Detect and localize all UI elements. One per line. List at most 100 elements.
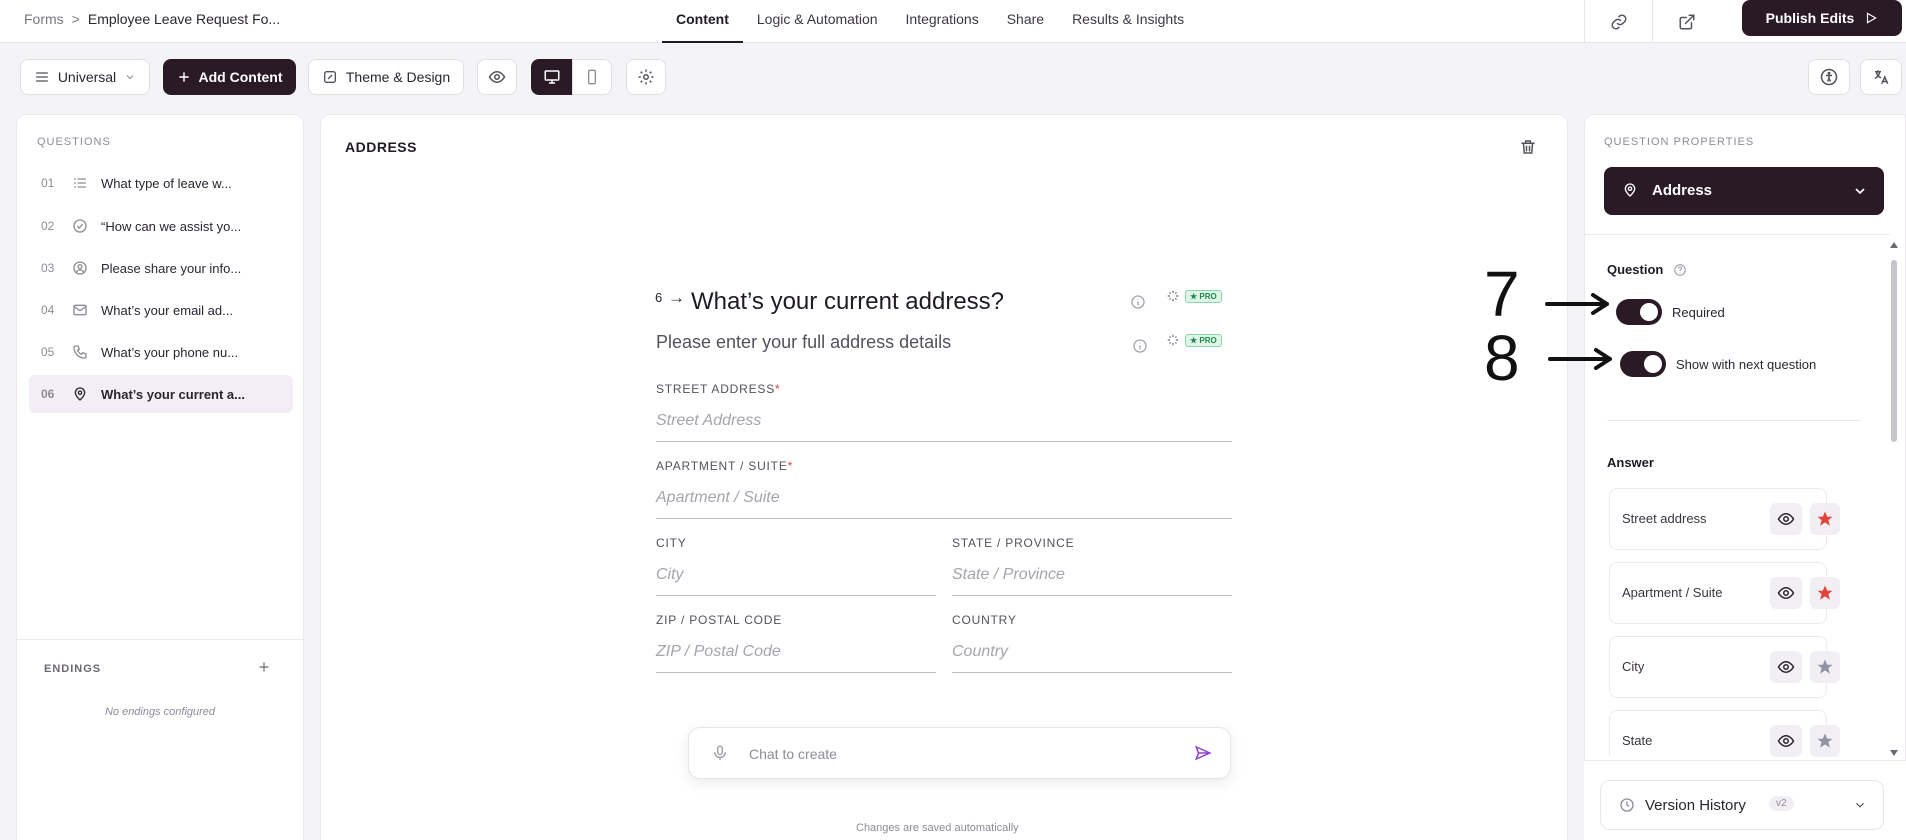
star-icon	[1816, 584, 1834, 602]
tab-share[interactable]: Share	[993, 0, 1058, 43]
visibility-toggle[interactable]	[1770, 651, 1802, 683]
chat-input[interactable]: Chat to create	[749, 746, 837, 762]
apartment-label-text: APARTMENT / SUITE	[656, 459, 788, 473]
mail-icon	[59, 302, 101, 318]
tab-content[interactable]: Content	[662, 0, 743, 43]
visibility-toggle[interactable]	[1770, 577, 1802, 609]
required-toggle[interactable]	[1616, 299, 1662, 325]
question-item-3[interactable]: 03 Please share your info...	[29, 249, 293, 287]
location-pin-icon	[1622, 182, 1638, 198]
ai-sparkle-icon[interactable]	[1166, 289, 1180, 303]
street-address-input[interactable]: Street Address	[656, 412, 761, 430]
copy-link-button[interactable]	[1584, 0, 1652, 43]
desktop-view-button[interactable]	[531, 59, 573, 95]
version-badge: v2	[1769, 796, 1794, 811]
pro-badge: ★ PRO	[1185, 334, 1222, 347]
theme-design-button[interactable]: Theme & Design	[308, 59, 464, 95]
question-text: What’s your current a...	[101, 386, 245, 402]
menu-icon	[34, 69, 50, 85]
question-title[interactable]: What’s your current address?	[691, 288, 1004, 316]
autosave-status: Changes are saved automatically	[856, 822, 1019, 834]
question-description[interactable]: Please enter your full address details	[656, 332, 951, 353]
list-icon	[59, 175, 101, 191]
delete-question-button[interactable]	[1519, 138, 1537, 156]
add-ending-button[interactable]	[257, 660, 271, 674]
required-asterisk: *	[787, 459, 794, 473]
street-address-underline	[656, 441, 1232, 442]
apartment-input[interactable]: Apartment / Suite	[656, 489, 780, 507]
question-item-5[interactable]: 05 What’s your phone nu...	[29, 333, 293, 371]
question-number: 06	[41, 387, 55, 401]
translate-button[interactable]	[1860, 59, 1902, 95]
required-toggle[interactable]	[1810, 651, 1840, 683]
country-input[interactable]: Country	[952, 643, 1008, 661]
visibility-toggle[interactable]	[1770, 503, 1802, 535]
question-text: What’s your email ad...	[101, 302, 233, 318]
required-toggle[interactable]	[1810, 725, 1840, 757]
breadcrumb-forms-link[interactable]: Forms	[24, 11, 64, 27]
help-icon[interactable]	[1673, 263, 1687, 277]
question-item-4[interactable]: 04 What’s your email ad...	[29, 291, 293, 329]
open-external-button[interactable]	[1652, 0, 1720, 43]
answer-label: Street address	[1622, 511, 1707, 526]
question-item-1[interactable]: 01 What type of leave w...	[29, 164, 293, 202]
universal-dropdown[interactable]: Universal	[20, 59, 150, 95]
tab-logic-automation[interactable]: Logic & Automation	[743, 0, 892, 43]
question-type-dropdown[interactable]: Address	[1604, 167, 1884, 215]
publish-edits-label: Publish Edits	[1765, 10, 1855, 26]
chevron-down-icon	[1853, 798, 1867, 812]
answer-row-state: State	[1609, 710, 1840, 757]
divider	[1584, 234, 1890, 235]
translate-icon	[1872, 68, 1890, 86]
send-icon[interactable]	[1194, 744, 1212, 762]
play-icon	[1864, 11, 1878, 25]
visibility-toggle[interactable]	[1770, 725, 1802, 757]
ai-sparkle-icon[interactable]	[1166, 333, 1180, 347]
country-label: COUNTRY	[952, 613, 1017, 627]
tab-results-insights[interactable]: Results & Insights	[1058, 0, 1198, 43]
divider	[1607, 420, 1861, 421]
accessibility-button[interactable]	[1808, 59, 1850, 95]
annotation-7: 7	[1484, 258, 1520, 330]
add-content-button[interactable]: Add Content	[163, 59, 296, 95]
properties-scrollbar[interactable]	[1888, 238, 1900, 760]
chat-bar: Chat to create	[688, 727, 1231, 779]
settings-button[interactable]	[626, 59, 666, 95]
show-with-next-toggle[interactable]	[1620, 351, 1666, 377]
star-icon	[1816, 658, 1834, 676]
question-item-6[interactable]: 06 What’s your current a...	[29, 375, 293, 413]
answer-row-street-address: Street address	[1609, 488, 1840, 550]
info-icon[interactable]	[1132, 338, 1148, 354]
apartment-label: APARTMENT / SUITE*	[656, 459, 793, 473]
required-label: Required	[1672, 305, 1725, 320]
question-text: What type of leave w...	[101, 175, 232, 191]
state-input[interactable]: State / Province	[952, 566, 1065, 584]
question-text: “How can we assist yo...	[101, 218, 242, 234]
preview-button[interactable]	[477, 59, 517, 95]
city-input[interactable]: City	[656, 566, 684, 584]
required-toggle[interactable]	[1810, 577, 1840, 609]
question-arrow: →	[668, 288, 685, 307]
zip-input[interactable]: ZIP / Postal Code	[656, 643, 781, 661]
question-item-2[interactable]: 02 “How can we assist yo...	[29, 207, 293, 245]
country-underline	[952, 672, 1232, 673]
eye-icon	[1777, 510, 1795, 528]
user-circle-icon	[59, 260, 101, 276]
tab-integrations[interactable]: Integrations	[892, 0, 993, 43]
version-history-button[interactable]: Version History v2	[1600, 780, 1884, 830]
question-number: 02	[41, 219, 55, 233]
publish-edits-button[interactable]: Publish Edits	[1742, 0, 1902, 36]
question-text: What’s your phone nu...	[101, 344, 239, 360]
eye-icon	[1777, 732, 1795, 750]
answer-row-apartment: Apartment / Suite	[1609, 562, 1840, 624]
answer-row-city: City	[1609, 636, 1840, 698]
required-toggle[interactable]	[1810, 503, 1840, 535]
mobile-view-button[interactable]	[572, 59, 612, 95]
question-number: 04	[41, 303, 55, 317]
microphone-icon[interactable]	[711, 744, 729, 762]
apartment-underline	[656, 518, 1232, 519]
city-label: CITY	[656, 536, 687, 550]
info-icon[interactable]	[1130, 294, 1146, 310]
properties-heading: QUESTION PROPERTIES	[1604, 136, 1755, 148]
zip-label: ZIP / POSTAL CODE	[656, 613, 783, 627]
